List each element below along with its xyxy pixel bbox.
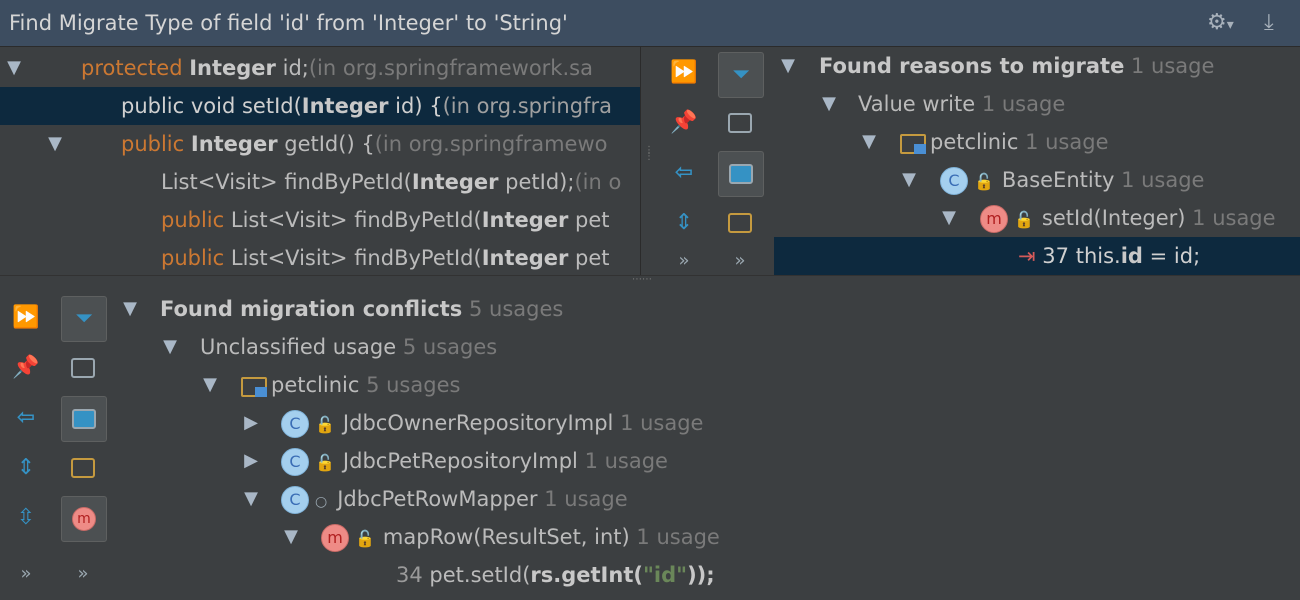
expand-arrow-icon[interactable]: ▼	[241, 480, 261, 518]
expand-arrow-icon[interactable]: ▼	[281, 518, 301, 556]
splitter-grip[interactable]: ⋯⋯	[632, 274, 652, 285]
expand-arrow-icon[interactable]: ▼	[899, 161, 919, 199]
unlock-icon: 🔓	[355, 529, 375, 548]
collapse-arrow-icon[interactable]: ▶	[241, 442, 261, 480]
expand-arrow-icon[interactable]: ▼	[939, 199, 959, 237]
preview-icon[interactable]	[63, 348, 103, 388]
reasons-toolbar: ⏩ ⏷ 📌 ⇦ ⇕ » »	[642, 47, 772, 275]
tree-row-setid-selected[interactable]: public void setId(Integer id) {(in org.s…	[0, 87, 640, 125]
back-arrow-icon[interactable]: ⇦	[664, 153, 704, 193]
pin-icon[interactable]: 📌	[664, 103, 704, 143]
unlock-icon: 🔓	[1014, 210, 1034, 229]
back-arrow-icon[interactable]: ⇦	[6, 398, 46, 438]
tree-row-findbypetid-3[interactable]: public List<Visit> findByPetId(Integer p…	[0, 239, 640, 275]
tree-row-unclassified[interactable]: ▼ Unclassified usage 5 usages	[118, 328, 1300, 366]
expand-arrow-icon[interactable]: ▼	[859, 123, 879, 161]
class-icon: C	[281, 486, 309, 514]
preview-icon[interactable]	[720, 103, 760, 143]
expand-arrow-icon[interactable]: ▼	[45, 125, 65, 163]
package-folder-icon	[241, 375, 269, 397]
tree-row-class-pet-row-mapper[interactable]: ▼ C ○ JdbcPetRowMapper 1 usage	[118, 480, 1300, 518]
expand-icon[interactable]: ⇕	[6, 448, 46, 488]
tree-row-class-pet-repo[interactable]: ▶ C 🔓 JdbcPetRepositoryImpl 1 usage	[118, 442, 1300, 480]
tree-row-field[interactable]: ▼ protected Integer id;(in org.springfra…	[0, 49, 640, 87]
package-folder-icon	[900, 132, 928, 154]
collapse-icon[interactable]: ⇳	[6, 498, 46, 538]
group-by-class-icon[interactable]	[61, 396, 107, 442]
tool-window-title-bar: Find Migrate Type of field 'id' from 'In…	[0, 0, 1300, 47]
expand-arrow-icon[interactable]: ▼	[200, 366, 220, 404]
package-private-icon: ○	[315, 494, 328, 510]
expand-arrow-icon[interactable]: ▼	[160, 328, 180, 366]
filter-icon[interactable]: ⏷	[61, 296, 107, 342]
tree-row-class-owner-repo[interactable]: ▶ C 🔓 JdbcOwnerRepositoryImpl 1 usage	[118, 404, 1300, 442]
tree-row-package[interactable]: ▼ petclinic 1 usage	[774, 123, 1300, 161]
tree-row-baseentity[interactable]: ▼ C 🔓 BaseEntity 1 usage	[774, 161, 1300, 199]
tree-row-findbypetid-1[interactable]: List<Visit> findByPetId(Integer petId);(…	[0, 163, 640, 201]
method-icon: m	[321, 524, 349, 552]
conflicts-tree: ▼ Found migration conflicts 5 usages ▼ U…	[118, 290, 1300, 600]
source-tree: ▼ protected Integer id;(in org.springfra…	[0, 47, 640, 275]
expand-arrow-icon[interactable]: ▼	[778, 47, 798, 85]
class-icon: C	[281, 410, 309, 438]
tree-row-conflicts-root[interactable]: ▼ Found migration conflicts 5 usages	[118, 290, 1300, 328]
group-by-method-icon[interactable]: m	[61, 496, 107, 542]
tree-row-findbypetid-2[interactable]: public List<Visit> findByPetId(Integer p…	[0, 201, 640, 239]
tree-row-reasons-root[interactable]: ▼ Found reasons to migrate 1 usage	[774, 47, 1300, 85]
gear-icon[interactable]: ⚙▾	[1207, 0, 1234, 46]
group-by-class-icon[interactable]	[718, 151, 764, 197]
tree-row-line-34[interactable]: 34 pet.setId(rs.getInt("id"));	[118, 556, 1300, 594]
splitter[interactable]	[640, 47, 641, 275]
more-right-icon[interactable]: »	[63, 554, 103, 594]
expand-arrow-icon[interactable]: ▼	[120, 290, 140, 328]
expand-arrow-icon[interactable]: ▼	[819, 85, 839, 123]
pin-icon[interactable]: 📌	[6, 348, 46, 388]
unlock-icon: 🔓	[315, 415, 335, 434]
tree-row-setid-method[interactable]: ▼ m 🔓 setId(Integer) 1 usage	[774, 199, 1300, 237]
expand-all-icon[interactable]: ⏩	[6, 298, 46, 338]
more-left-icon[interactable]: »	[6, 554, 46, 594]
expand-all-icon[interactable]: ⏩	[664, 53, 704, 93]
hide-icon[interactable]: ⤓	[1264, 0, 1274, 46]
reasons-tree: ▼ Found reasons to migrate 1 usage ▼ Val…	[774, 47, 1300, 275]
tree-row-line-37-selected[interactable]: ⇥ 37 this.id = id;	[774, 237, 1300, 275]
collapse-arrow-icon[interactable]: ▶	[241, 404, 261, 442]
tree-row-value-write[interactable]: ▼ Value write 1 usage	[774, 85, 1300, 123]
collapse-expand-icon[interactable]: ⇕	[664, 203, 704, 243]
tree-row-package[interactable]: ▼ petclinic 5 usages	[118, 366, 1300, 404]
tree-row-maprow-method[interactable]: ▼ m 🔓 mapRow(ResultSet, int) 1 usage	[118, 518, 1300, 556]
filter-icon[interactable]: ⏷	[718, 52, 764, 98]
class-icon: C	[281, 448, 309, 476]
group-by-package-icon[interactable]	[720, 203, 760, 243]
unlock-icon: 🔓	[315, 453, 335, 472]
conflicts-toolbar: ⏩ ⏷ 📌 ⇦ ⇕ ⇳ m » »	[0, 288, 118, 600]
tree-row-getid[interactable]: ▼ public Integer getId() {(in org.spring…	[0, 125, 640, 163]
unlock-icon: 🔓	[974, 172, 994, 191]
method-icon: m	[980, 205, 1008, 233]
class-icon: C	[940, 167, 968, 195]
window-title: Find Migrate Type of field 'id' from 'In…	[9, 11, 568, 35]
write-access-icon: ⇥	[1018, 244, 1036, 268]
expand-arrow-icon[interactable]: ▼	[4, 49, 24, 87]
group-by-package-icon[interactable]	[63, 448, 103, 488]
